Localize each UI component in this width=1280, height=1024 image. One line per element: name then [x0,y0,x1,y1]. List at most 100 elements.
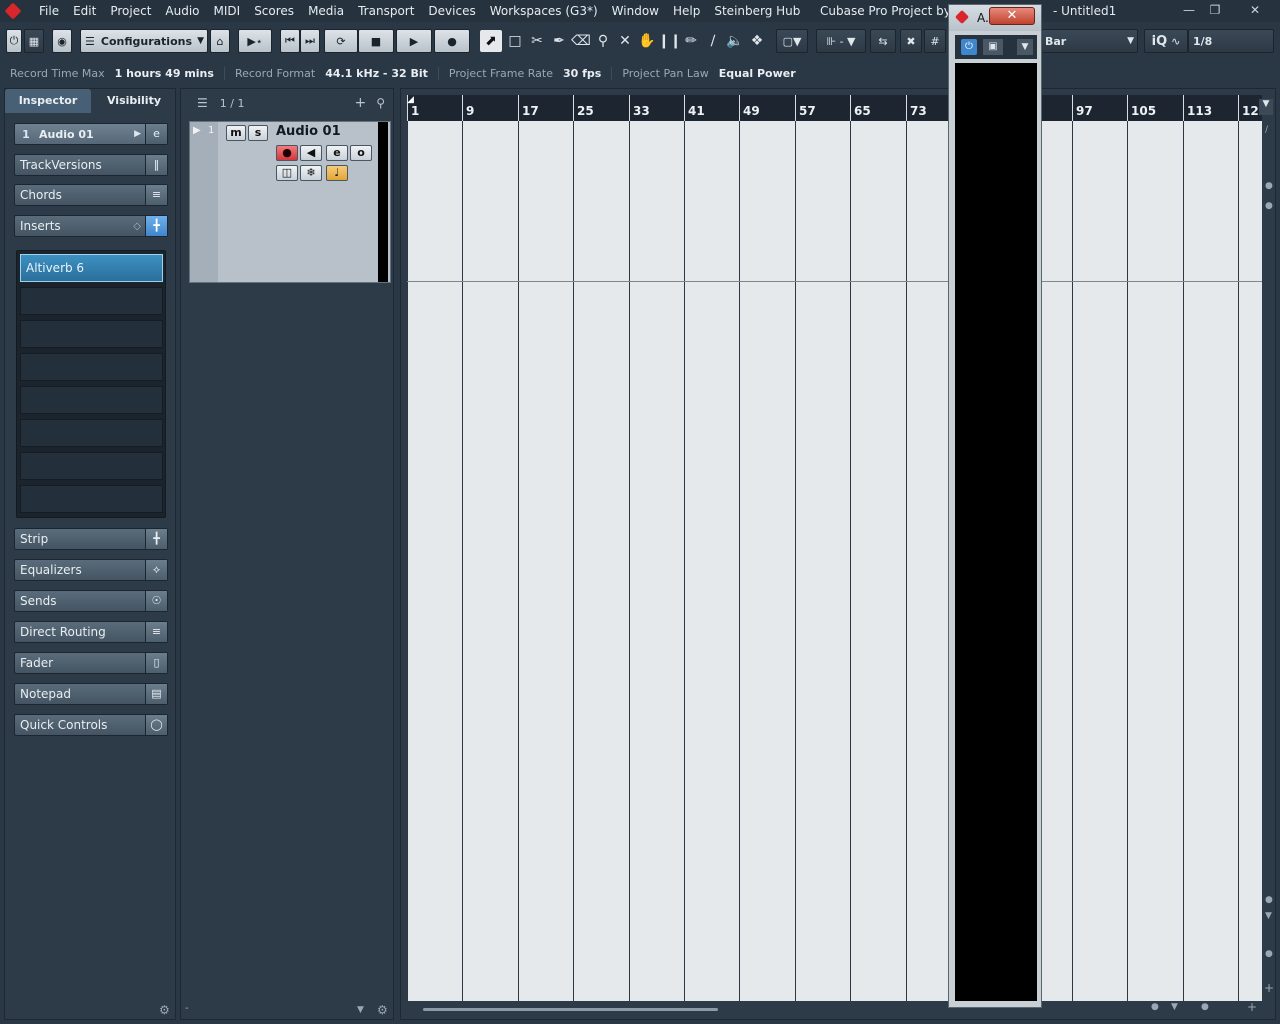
solo-button[interactable]: s [248,125,268,141]
frame-rate-value[interactable]: 30 fps [553,66,613,80]
pan-law-value[interactable]: Equal Power [709,67,806,80]
section-strip[interactable]: Strip ╋ [14,528,168,550]
insert-slot-8[interactable] [20,485,163,513]
plugin-titlebar[interactable]: A.. ✕ [949,5,1041,31]
edit-channel-settings-button[interactable]: e [326,145,348,161]
menu-item-audio[interactable]: Audio [158,0,206,22]
plugin-bypass-icon[interactable]: ▣ [983,39,1003,55]
inspector-settings-icon[interactable]: ⚙ [159,1003,170,1017]
constrain-delay-icon[interactable]: ◉ [52,29,72,53]
insert-slot-3[interactable] [20,320,163,348]
record-enable-button[interactable]: ● [276,145,298,161]
split-tool-icon[interactable]: ✂ [526,30,548,52]
insert-slot-5[interactable] [20,386,163,414]
object-selection-tool-icon[interactable]: ⬈ [480,30,502,52]
minimize-icon[interactable]: — [1178,2,1200,18]
autoscroll-icon[interactable]: ⇆ [870,29,896,53]
zoom-presets-icon[interactable]: ▼ [1171,1002,1178,1012]
section-chords[interactable]: Chords ≡ [14,184,168,206]
read-automation-button[interactable]: o [350,145,372,161]
monitor-button[interactable]: ◀ [300,145,322,161]
add-track-icon[interactable]: + [354,95,366,111]
chevron-down-icon[interactable]: ▼ [1017,39,1033,55]
menu-item-window[interactable]: Window [605,0,666,22]
menu-item-steinberg-hub[interactable]: Steinberg Hub [707,0,807,22]
menu-item-devices[interactable]: Devices [421,0,482,22]
zoom-out-icon[interactable]: ● [1151,1002,1159,1012]
quantize-preset-select[interactable]: 1/8 [1188,29,1274,53]
mute-button[interactable]: m [226,125,246,141]
track-name[interactable]: Audio 01 [276,124,341,139]
home-icon[interactable]: ⌂ [210,29,230,53]
activate-project-button[interactable]: ⏻ [6,29,22,53]
section-sends[interactable]: Sends ☉ [14,590,168,612]
lanes-button[interactable]: ◫ [276,165,298,181]
menu-item-transport[interactable]: Transport [351,0,421,22]
comp-tool-icon[interactable]: ❙❙ [658,30,681,52]
menu-item-file[interactable]: File [32,0,66,22]
color-menu-button[interactable]: ▢▼ [776,29,808,53]
chevron-down-icon[interactable]: ▼ [357,1005,364,1015]
ruler[interactable]: 19172533414957657381899710511312 [407,95,1262,121]
chevron-down-icon[interactable]: ▼ [1265,911,1272,921]
tab-visibility[interactable]: Visibility [91,89,177,113]
track-list-zoom-icon[interactable]: - [185,1003,189,1014]
edit-icon[interactable]: ∕ [1265,125,1268,135]
menu-item-midi[interactable]: MIDI [207,0,248,22]
insert-slot-2[interactable] [20,287,163,315]
menu-item-project[interactable]: Project [103,0,158,22]
plugin-power-icon[interactable]: ⏻ [961,39,977,55]
glue-tool-icon[interactable]: ✒ [548,30,570,52]
event-display[interactable] [407,121,1262,1001]
record-icon[interactable]: ● [434,29,470,53]
ruler-menu-icon[interactable]: ▼ [1259,99,1273,115]
cubase-logo-icon[interactable] [0,0,26,22]
nudge-palette-button[interactable]: ⊪ - ▼ [816,29,866,53]
section-inserts[interactable]: Inserts ◇ ╋ [14,215,168,237]
line-tool-icon[interactable]: ∕ [702,30,724,52]
menu-item-media[interactable]: Media [301,0,351,22]
configurations-button[interactable]: ☰ Configurations ▼ [80,29,208,53]
horizontal-zoom-slider[interactable]: ● [1201,1002,1209,1012]
insert-slot-7[interactable] [20,452,163,480]
section-equalizers[interactable]: Equalizers ⟡ [14,559,168,581]
color-tool-icon[interactable]: ❖ [746,30,768,52]
automation-mode-button[interactable]: ▶⋆ [238,29,272,53]
section-direct-routing[interactable]: Direct Routing ≡ [14,621,168,643]
vertical-zoom-handle[interactable]: ● [1265,201,1273,211]
snap-zero-icon[interactable]: ✖ [900,29,922,53]
snap-grid-icon[interactable]: # [924,29,946,53]
vertical-zoom-thumb[interactable]: ● [1265,181,1273,191]
search-icon[interactable]: ⚲ [376,96,385,110]
cycle-icon[interactable]: ⟳ [324,29,358,53]
insert-slot-1[interactable]: Altiverb 6 [20,254,163,282]
play-tool-icon[interactable]: 🔈 [724,30,746,52]
time-warp-tool-icon[interactable]: ✋ [636,30,658,52]
horizontal-scrollbar[interactable]: ● ▼ ● + [407,1000,1262,1015]
freeze-button[interactable]: ❄ [300,165,322,181]
zoom-tool-icon[interactable]: ⚲ [592,30,614,52]
record-time-max-value[interactable]: 1 hours 49 mins [105,66,225,80]
inserts-bypass-icon[interactable]: ◇ [133,221,141,232]
zoom-in-icon[interactable]: + [1247,1000,1257,1014]
vertical-zoom-bar[interactable]: ∕ ● ● ● ▼ ● + [1263,121,1275,1001]
track-name[interactable]: Audio 01 [37,128,134,141]
section-quick-controls[interactable]: Quick Controls ◯ [14,714,168,736]
grid-type-select[interactable]: Bar ▼ [1040,29,1138,53]
insert-slot-6[interactable] [20,419,163,447]
menu-item-help[interactable]: Help [666,0,707,22]
vertical-scroll-thumb[interactable]: ● [1265,895,1273,905]
play-icon[interactable]: ▶ [396,29,432,53]
erase-tool-icon[interactable]: ⌫ [570,30,592,52]
menu-item-edit[interactable]: Edit [66,0,103,22]
vertical-zoom-in-icon[interactable]: + [1264,981,1274,995]
track-audio-01[interactable]: ▶ 1 m s Audio 01 ● ◀ e o ◫ ❄ ♩ [189,121,391,283]
section-fader[interactable]: Fader ▯ [14,652,168,674]
edit-channel-icon[interactable]: e [145,124,167,144]
window-layout-icon[interactable]: ▦ [24,29,44,53]
restore-icon[interactable]: ❐ [1204,2,1226,18]
go-to-previous-marker-icon[interactable]: ⏮ [280,29,300,53]
section-trackversions[interactable]: TrackVersions ‖ [14,154,168,176]
insert-slot-4[interactable] [20,353,163,381]
vertical-zoom-slider[interactable]: ● [1265,949,1273,959]
